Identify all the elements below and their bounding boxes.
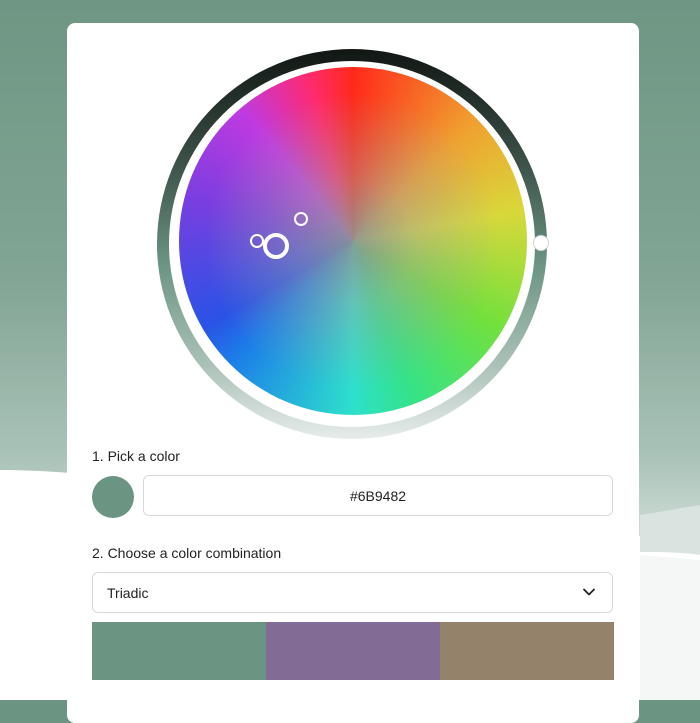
color-wheel[interactable]: [157, 49, 547, 439]
combination-value: Triadic: [107, 584, 149, 601]
tertiary-color-handle[interactable]: [250, 234, 264, 248]
primary-color-handle[interactable]: [263, 233, 289, 259]
chevron-down-icon: [583, 588, 595, 596]
palette-swatch-3[interactable]: [440, 622, 614, 680]
combination-label: 2. Choose a color combination: [92, 545, 282, 561]
combination-select[interactable]: Triadic: [92, 572, 613, 613]
hex-value: #6B9482: [349, 487, 407, 504]
secondary-color-handle[interactable]: [294, 212, 308, 226]
brightness-knob[interactable]: [533, 235, 549, 251]
palette-swatch-2[interactable]: [266, 622, 440, 680]
pick-color-label: 1. Pick a color: [92, 448, 180, 464]
palette-swatches: [92, 622, 614, 680]
selected-color-swatch: [92, 476, 134, 518]
hex-color-input[interactable]: #6B9482: [143, 475, 613, 516]
color-wheel-card: [67, 23, 639, 723]
palette-swatch-1[interactable]: [92, 622, 266, 680]
